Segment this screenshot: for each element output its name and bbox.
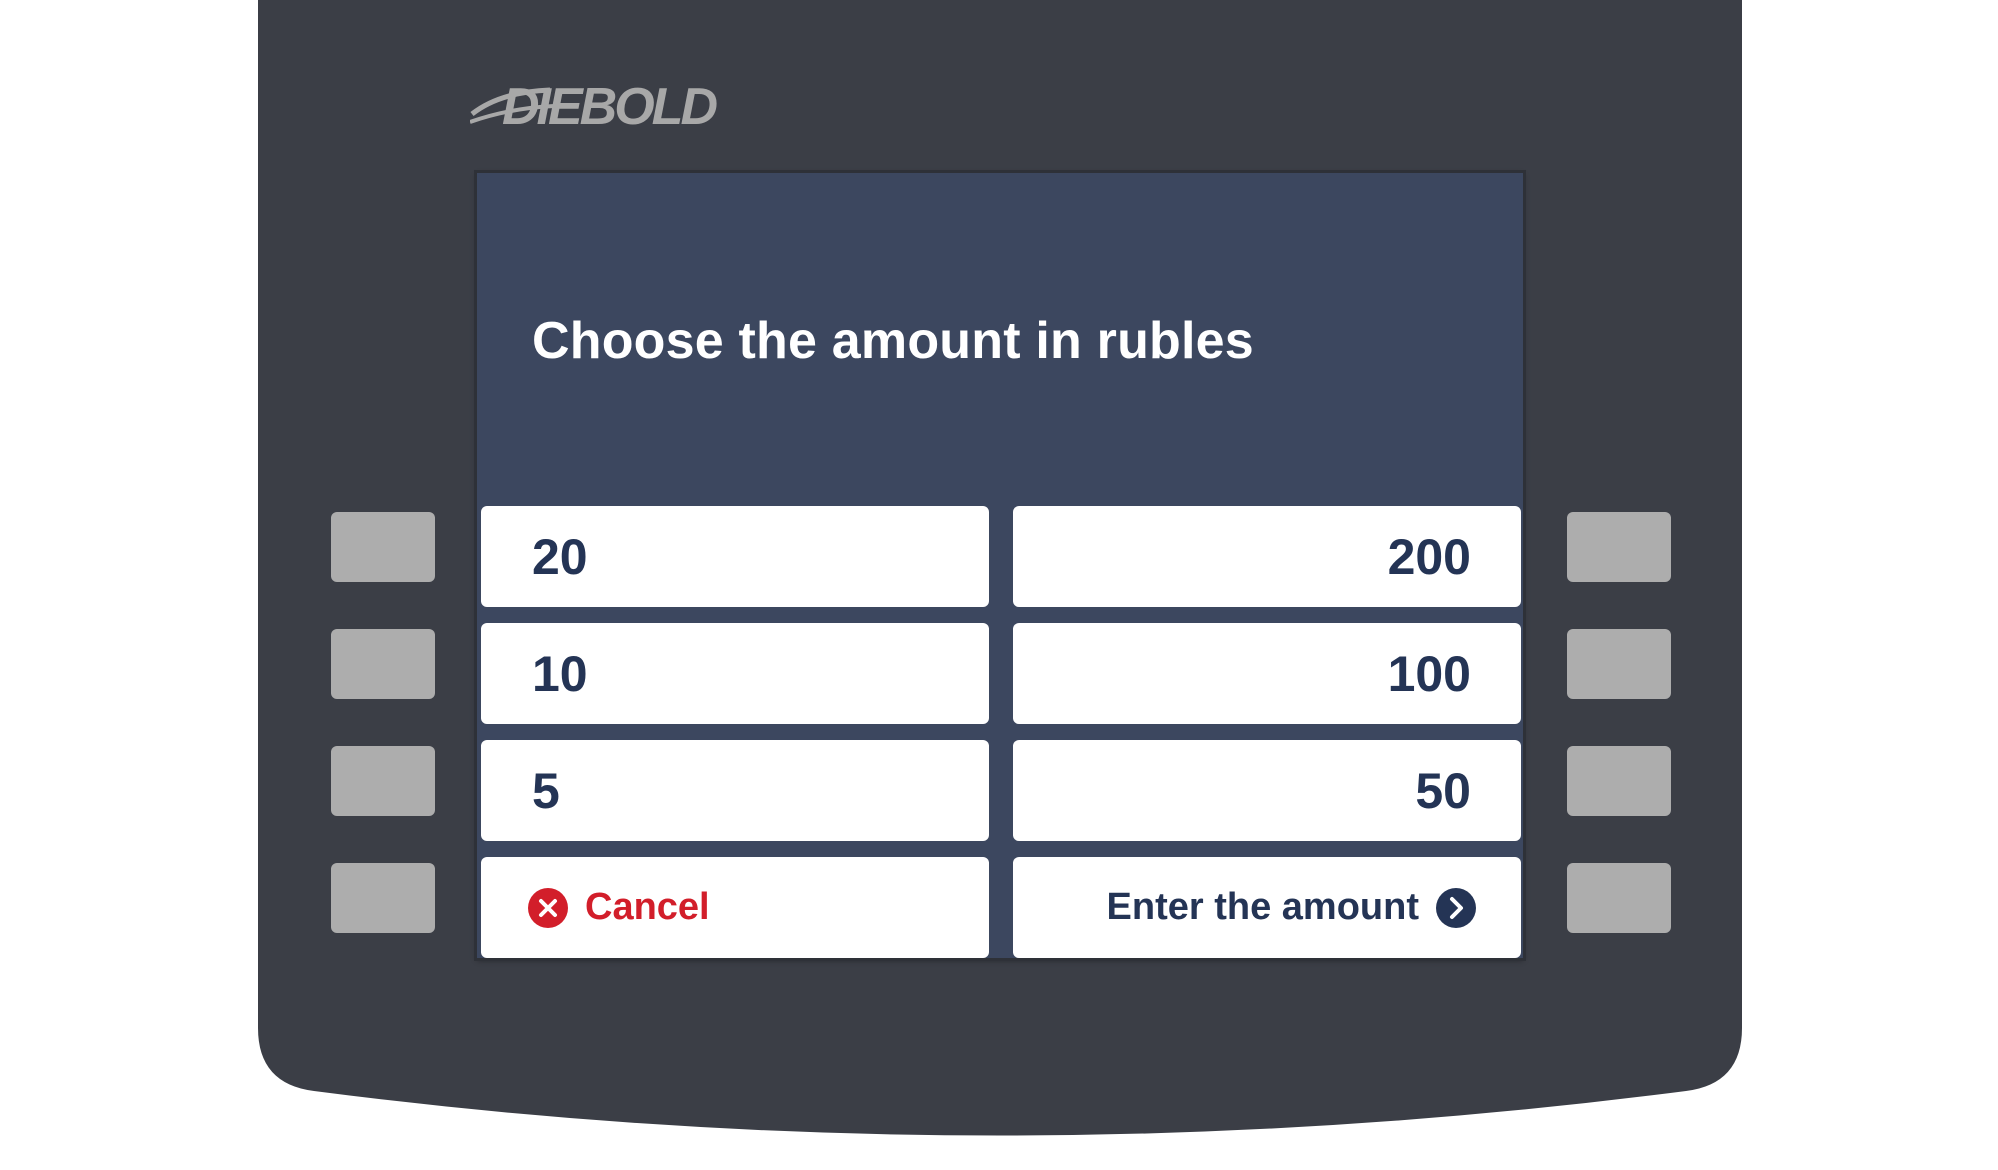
screen-title: Choose the amount in rubles	[532, 312, 1254, 370]
side-key-right-1[interactable]	[1567, 512, 1671, 582]
amount-value: 10	[532, 645, 588, 702]
diebold-logo: DIEBOLD	[470, 78, 732, 132]
amount-option-20[interactable]: 20	[481, 506, 989, 607]
cancel-label: Cancel	[585, 886, 710, 928]
close-circle-icon	[527, 887, 569, 929]
amount-option-200[interactable]: 200	[1013, 506, 1521, 607]
side-key-left-4[interactable]	[331, 863, 435, 933]
amount-option-50[interactable]: 50	[1013, 740, 1521, 841]
amount-value: 20	[532, 528, 588, 585]
side-key-right-2[interactable]	[1567, 629, 1671, 699]
side-key-left-1[interactable]	[331, 512, 435, 582]
amount-value: 5	[532, 762, 560, 819]
side-key-right-4[interactable]	[1567, 863, 1671, 933]
chevron-right-circle-icon	[1435, 887, 1477, 929]
svg-text:DIEBOLD: DIEBOLD	[502, 78, 717, 132]
side-key-right-3[interactable]	[1567, 746, 1671, 816]
enter-amount-button[interactable]: Enter the amount	[1013, 857, 1521, 958]
amount-option-100[interactable]: 100	[1013, 623, 1521, 724]
side-key-left-3[interactable]	[331, 746, 435, 816]
amount-value: 50	[1415, 762, 1471, 819]
atm-screen: Choose the amount in rubles 20 10 5 Canc…	[477, 173, 1523, 958]
amount-value: 100	[1387, 645, 1471, 702]
amount-option-10[interactable]: 10	[481, 623, 989, 724]
amount-option-5[interactable]: 5	[481, 740, 989, 841]
cancel-button[interactable]: Cancel	[481, 857, 989, 958]
enter-amount-label: Enter the amount	[1106, 886, 1419, 928]
amount-value: 200	[1387, 528, 1471, 585]
side-key-left-2[interactable]	[331, 629, 435, 699]
